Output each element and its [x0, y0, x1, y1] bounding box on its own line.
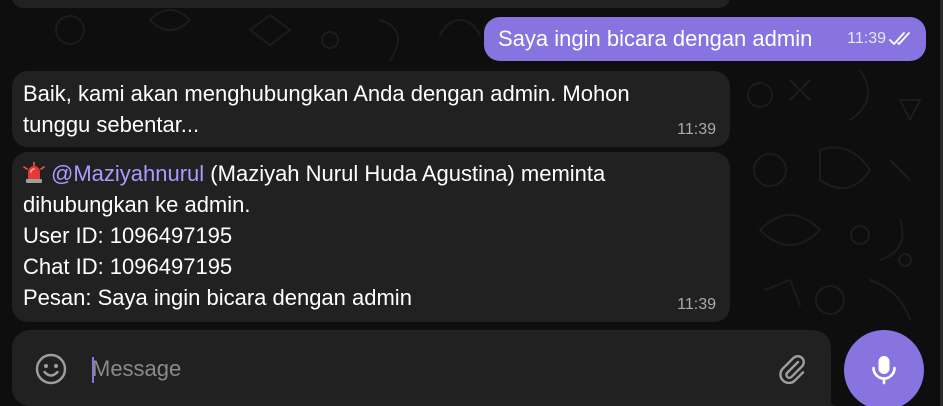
message-composer — [12, 330, 831, 406]
message-time: 11:39 — [677, 296, 716, 313]
chat-area: Saya ingin bicara dengan admin 11:39 Bai… — [0, 0, 943, 406]
outgoing-message[interactable]: Saya ingin bicara dengan admin 11:39 — [484, 17, 926, 61]
smiley-icon[interactable] — [33, 351, 69, 387]
message-text: (Maziyah Nurul Huda Agustina) meminta — [204, 161, 606, 186]
microphone-icon — [872, 356, 896, 385]
incoming-message[interactable]: @Maziyahnurul (Maziyah Nurul Huda Agusti… — [12, 152, 730, 322]
message-meta: 11:39 — [847, 29, 914, 49]
message-text-line: dihubungkan ke admin. — [23, 192, 251, 217]
chat-id-line: Chat ID: 1096497195 — [23, 254, 233, 279]
user-id-line: User ID: 1096497195 — [23, 223, 233, 248]
message-text-line: tunggu sebentar... — [23, 112, 200, 137]
paperclip-icon[interactable] — [774, 352, 808, 386]
police-siren-icon — [23, 162, 45, 183]
user-mention-link[interactable]: @Maziyahnurul — [51, 161, 204, 186]
message-text-line: Pesan: Saya ingin bicara dengan admin — [23, 285, 412, 310]
message-text-line: @Maziyahnurul (Maziyah Nurul Huda Agusti… — [23, 158, 718, 189]
message-time: 11:39 — [677, 121, 716, 138]
message-input[interactable] — [92, 351, 762, 387]
message-time: 11:39 — [847, 30, 886, 47]
message-text-line: Baik, kami akan menghubungkan Anda denga… — [23, 81, 630, 106]
double-check-icon — [889, 32, 910, 45]
previous-message-bubble-edge — [12, 0, 730, 8]
voice-record-button[interactable] — [844, 330, 924, 406]
message-text: Saya ingin bicara dengan admin — [498, 26, 813, 51]
incoming-message[interactable]: Baik, kami akan menghubungkan Anda denga… — [12, 71, 730, 147]
composer-tail — [826, 392, 836, 406]
